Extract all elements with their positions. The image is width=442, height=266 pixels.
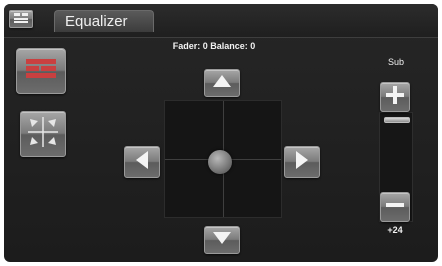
equalizer-screen: Equalizer Fader: 0 Balance: 0 Sub +24 bbox=[4, 4, 438, 262]
sub-level-thumb[interactable] bbox=[384, 117, 410, 123]
up-arrow-icon bbox=[213, 74, 231, 92]
plus-icon bbox=[385, 85, 405, 110]
pad-position-knob[interactable] bbox=[208, 150, 232, 174]
page-title: Equalizer bbox=[54, 10, 154, 32]
menu-button[interactable] bbox=[9, 10, 33, 28]
minus-icon bbox=[385, 195, 405, 220]
sub-decrease-button[interactable] bbox=[380, 192, 410, 222]
menu-grid-icon bbox=[14, 10, 28, 28]
fader-rear-button[interactable] bbox=[204, 226, 240, 254]
top-bar: Equalizer bbox=[4, 4, 438, 38]
sub-level-value: +24 bbox=[387, 225, 403, 235]
equalizer-mode-button[interactable] bbox=[16, 48, 66, 94]
down-arrow-icon bbox=[213, 231, 231, 249]
balance-right-button[interactable] bbox=[284, 146, 320, 178]
left-arrow-icon bbox=[136, 150, 148, 174]
fader-front-button[interactable] bbox=[204, 69, 240, 97]
fader-balance-mode-button[interactable] bbox=[20, 111, 66, 157]
fader-balance-status: Fader: 0 Balance: 0 bbox=[172, 41, 256, 51]
balance-left-button[interactable] bbox=[124, 146, 160, 178]
sub-increase-button[interactable] bbox=[380, 82, 410, 112]
crossed-arrows-icon bbox=[26, 115, 60, 154]
right-arrow-icon bbox=[296, 150, 308, 174]
sub-label: Sub bbox=[387, 57, 404, 67]
bars-icon bbox=[26, 58, 56, 85]
